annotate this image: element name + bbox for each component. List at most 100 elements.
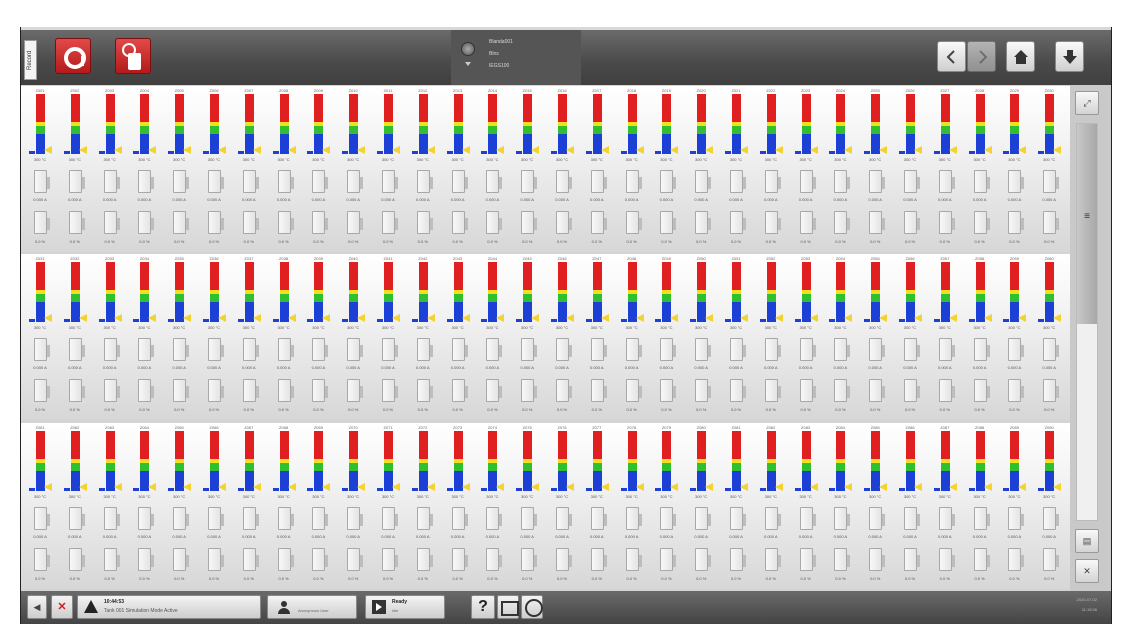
zone-power-gauge[interactable] — [173, 338, 190, 361]
zone-percent-gauge[interactable] — [103, 548, 120, 571]
zone-power-gauge[interactable] — [590, 507, 607, 530]
zone-percent-gauge[interactable] — [834, 548, 851, 571]
zone-power-gauge[interactable] — [451, 507, 468, 530]
zone-percent-gauge[interactable] — [416, 211, 433, 234]
zone-percent-gauge[interactable] — [138, 379, 155, 402]
zone-tile[interactable]: Z033 300 °C 0.000 A 0.0 % — [95, 254, 125, 420]
zone-power-gauge[interactable] — [625, 338, 642, 361]
zone-power-gauge[interactable] — [277, 507, 294, 530]
alarm-reset-button[interactable]: ✕ — [51, 595, 73, 619]
zone-power-gauge[interactable] — [103, 507, 120, 530]
zone-percent-gauge[interactable] — [938, 379, 955, 402]
zone-power-gauge[interactable] — [556, 170, 572, 193]
zone-percent-gauge[interactable] — [486, 211, 503, 234]
zone-tile[interactable]: Z068 300 °C 0.000 A 0.0 % — [269, 423, 299, 589]
zone-percent-gauge[interactable] — [730, 211, 746, 234]
zone-percent-gauge[interactable] — [834, 211, 851, 234]
zone-power-gauge[interactable] — [138, 507, 155, 530]
zone-percent-gauge[interactable] — [451, 379, 468, 402]
zone-power-gauge[interactable] — [103, 170, 120, 193]
zone-percent-gauge[interactable] — [695, 379, 712, 402]
zone-power-gauge[interactable] — [347, 507, 364, 530]
zone-tile[interactable]: Z012 300 °C 0.000 A 0.0 % — [408, 86, 438, 252]
zone-percent-gauge[interactable] — [138, 211, 155, 234]
zone-tile[interactable]: Z059 300 °C 0.000 A 0.0 % — [999, 254, 1029, 420]
zone-tile[interactable]: Z042 300 °C 0.000 A 0.0 % — [408, 254, 438, 420]
zone-percent-gauge[interactable] — [695, 211, 712, 234]
zone-percent-gauge[interactable] — [938, 211, 955, 234]
zone-tile[interactable]: Z070 300 °C 0.000 A 0.0 % — [338, 423, 368, 589]
zone-tile[interactable]: Z028 300 °C 0.000 A 0.0 % — [965, 86, 995, 252]
zone-tile[interactable]: Z019 300 °C 0.000 A 0.0 % — [651, 86, 681, 252]
zone-percent-gauge[interactable] — [416, 379, 433, 402]
zone-tile[interactable]: Z026 300 °C 0.000 A 0.0 % — [895, 86, 925, 252]
zone-percent-gauge[interactable] — [382, 211, 398, 234]
zone-power-gauge[interactable] — [103, 338, 120, 361]
zone-tile[interactable]: Z037 300 °C 0.000 A 0.0 % — [234, 254, 264, 420]
zone-power-gauge[interactable] — [660, 507, 677, 530]
zone-tile[interactable]: Z001 300 °C 0.000 A 0.0 % — [25, 86, 55, 252]
zone-power-gauge[interactable] — [938, 507, 955, 530]
zone-power-gauge[interactable] — [799, 170, 816, 193]
zone-tile[interactable]: Z073 300 °C 0.000 A 0.0 % — [443, 423, 473, 589]
zone-tile[interactable]: Z022 300 °C 0.000 A 0.0 % — [756, 86, 786, 252]
zone-percent-gauge[interactable] — [1008, 548, 1025, 571]
zone-tile[interactable]: Z043 300 °C 0.000 A 0.0 % — [443, 254, 473, 420]
zone-tile[interactable]: Z083 300 °C 0.000 A 0.0 % — [791, 423, 821, 589]
zone-tile[interactable]: Z089 300 °C 0.000 A 0.0 % — [999, 423, 1029, 589]
zone-power-gauge[interactable] — [312, 170, 329, 193]
zone-power-gauge[interactable] — [382, 507, 398, 530]
zone-power-gauge[interactable] — [208, 170, 224, 193]
zone-power-gauge[interactable] — [625, 170, 642, 193]
zone-power-gauge[interactable] — [277, 338, 294, 361]
zone-power-gauge[interactable] — [521, 170, 538, 193]
zone-tile[interactable]: Z067 300 °C 0.000 A 0.0 % — [234, 423, 264, 589]
zone-percent-gauge[interactable] — [590, 548, 607, 571]
zone-tile[interactable]: Z017 300 °C 0.000 A 0.0 % — [582, 86, 612, 252]
help-button[interactable]: ? — [471, 595, 495, 619]
zone-percent-gauge[interactable] — [521, 379, 538, 402]
zone-percent-gauge[interactable] — [34, 211, 50, 234]
zone-tile[interactable]: Z065 300 °C 0.000 A 0.0 % — [164, 423, 194, 589]
zone-power-gauge[interactable] — [973, 338, 990, 361]
zone-tile[interactable]: Z023 300 °C 0.000 A 0.0 % — [791, 86, 821, 252]
zone-percent-gauge[interactable] — [904, 211, 920, 234]
zone-power-gauge[interactable] — [242, 338, 259, 361]
zone-tile[interactable]: Z072 300 °C 0.000 A 0.0 % — [408, 423, 438, 589]
zone-percent-gauge[interactable] — [521, 211, 538, 234]
zone-percent-gauge[interactable] — [799, 379, 816, 402]
zone-percent-gauge[interactable] — [556, 548, 572, 571]
zone-power-gauge[interactable] — [590, 170, 607, 193]
zone-percent-gauge[interactable] — [208, 548, 224, 571]
zone-tile[interactable]: Z084 300 °C 0.000 A 0.0 % — [825, 423, 855, 589]
zone-tile[interactable]: Z025 300 °C 0.000 A 0.0 % — [860, 86, 890, 252]
zone-power-gauge[interactable] — [695, 338, 712, 361]
zone-tile[interactable]: Z016 300 °C 0.000 A 0.0 % — [547, 86, 577, 252]
zone-tile[interactable]: Z066 300 °C 0.000 A 0.0 % — [199, 423, 229, 589]
zone-percent-gauge[interactable] — [173, 211, 190, 234]
zone-power-gauge[interactable] — [938, 338, 955, 361]
zone-percent-gauge[interactable] — [68, 211, 85, 234]
scroll-thumb[interactable]: ≡ — [1077, 124, 1097, 324]
zone-percent-gauge[interactable] — [451, 211, 468, 234]
zone-percent-gauge[interactable] — [486, 379, 503, 402]
zone-percent-gauge[interactable] — [277, 548, 294, 571]
zone-percent-gauge[interactable] — [312, 211, 329, 234]
zone-percent-gauge[interactable] — [312, 548, 329, 571]
zone-power-gauge[interactable] — [34, 338, 50, 361]
alarm-message-button[interactable]: 10:44:53 Tank 001 Simulation Mode Active — [77, 595, 261, 619]
zone-tile[interactable]: Z056 300 °C 0.000 A 0.0 % — [895, 254, 925, 420]
zone-tile[interactable]: Z006 300 °C 0.000 A 0.0 % — [199, 86, 229, 252]
zone-power-gauge[interactable] — [312, 507, 329, 530]
zone-tile[interactable]: Z046 300 °C 0.000 A 0.0 % — [547, 254, 577, 420]
zone-power-gauge[interactable] — [347, 170, 364, 193]
screenshot-button[interactable] — [497, 595, 519, 619]
zone-tile[interactable]: Z090 300 °C 0.000 A 0.0 % — [1034, 423, 1064, 589]
zone-power-gauge[interactable] — [799, 338, 816, 361]
zone-tile[interactable]: Z088 300 °C 0.000 A 0.0 % — [965, 423, 995, 589]
zone-tile[interactable]: Z055 300 °C 0.000 A 0.0 % — [860, 254, 890, 420]
zone-percent-gauge[interactable] — [34, 379, 50, 402]
zone-tile[interactable]: Z082 300 °C 0.000 A 0.0 % — [756, 423, 786, 589]
zone-power-gauge[interactable] — [242, 507, 259, 530]
zone-tile[interactable]: Z031 300 °C 0.000 A 0.0 % — [25, 254, 55, 420]
